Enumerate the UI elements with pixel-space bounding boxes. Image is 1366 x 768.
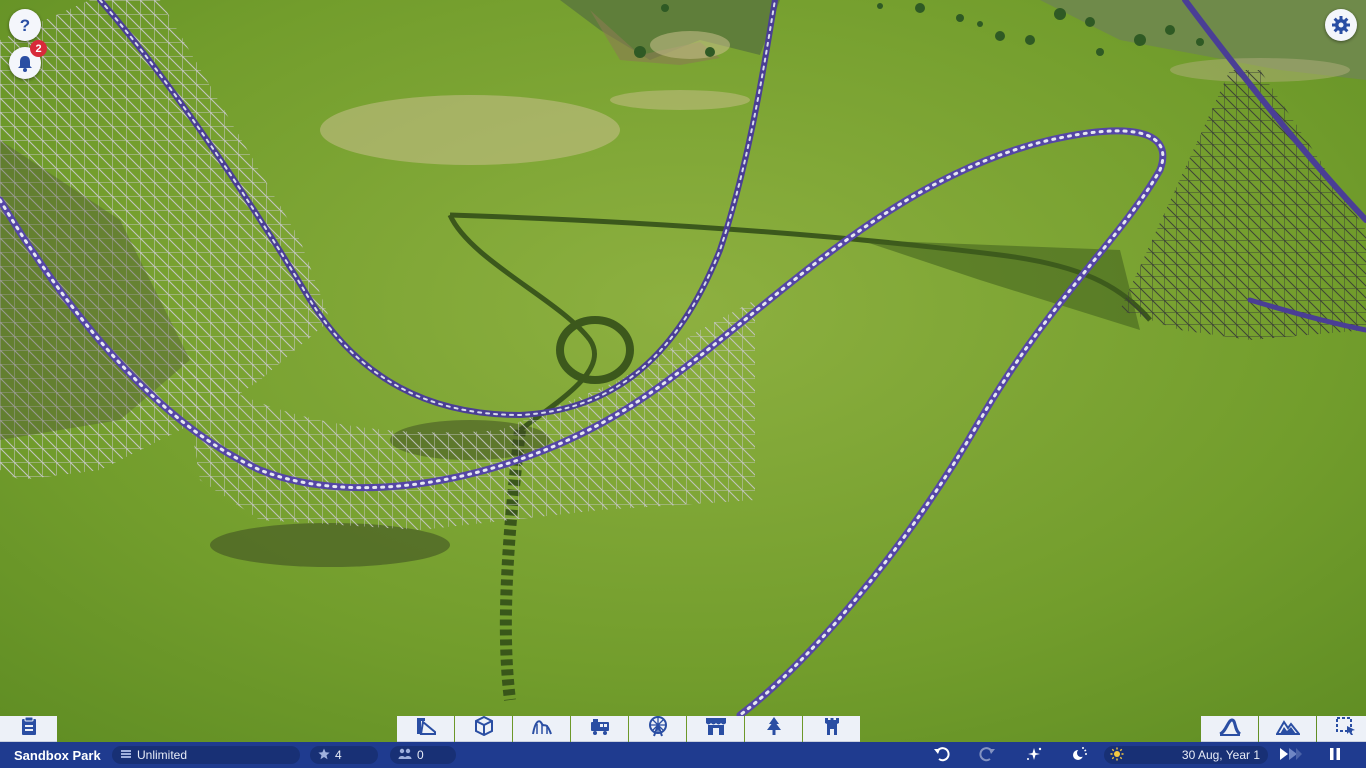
pause-icon [1328, 747, 1342, 764]
tower-icon [823, 716, 841, 741]
ferris-wheel-icon [647, 715, 669, 742]
undo-button[interactable] [931, 745, 953, 765]
fast-forward-icon [1278, 747, 1302, 764]
guests-icon [398, 748, 412, 763]
toolbar-left [0, 716, 57, 742]
game-speed-button[interactable] [1277, 745, 1303, 765]
park-rating-display[interactable]: 4 [310, 746, 378, 764]
select-box-icon [1335, 716, 1357, 741]
guests-value: 0 [417, 748, 424, 762]
build-paths-button[interactable] [397, 716, 454, 742]
notifications-button[interactable]: 2 [9, 40, 47, 79]
build-objects-button[interactable] [455, 715, 512, 742]
date-display[interactable]: 30 Aug, Year 1 [1104, 746, 1268, 764]
help-button[interactable]: ? [9, 9, 41, 41]
park-management-button[interactable] [0, 716, 57, 742]
help-icon: ? [16, 16, 34, 34]
flat-rides-button[interactable] [629, 716, 686, 742]
coaster-icon [531, 716, 553, 741]
game-viewport[interactable] [0, 0, 1366, 768]
toolbar-right [1201, 716, 1366, 742]
toolbar-build [397, 715, 860, 742]
shop-icon [705, 716, 727, 741]
coins-icon [120, 748, 132, 763]
select-area-button[interactable] [1317, 716, 1366, 742]
transport-rides-button[interactable] [571, 716, 628, 742]
gear-icon [1331, 15, 1351, 35]
coasters-button[interactable] [513, 716, 570, 742]
train-icon [589, 716, 611, 741]
shops-button[interactable] [687, 716, 744, 742]
tree-icon [764, 716, 784, 741]
bell-icon [16, 54, 34, 72]
effects-button[interactable] [1023, 745, 1045, 765]
cube-icon [474, 715, 494, 741]
day-night-icon [1070, 746, 1088, 765]
money-value: Unlimited [137, 748, 188, 762]
pause-button[interactable] [1324, 745, 1346, 765]
park-name[interactable]: Sandbox Park [14, 742, 101, 768]
track-editor-button[interactable] [1201, 716, 1258, 742]
track-icon [1218, 716, 1242, 741]
undo-icon [933, 746, 951, 765]
settings-button[interactable] [1325, 9, 1357, 41]
sun-icon [1110, 747, 1124, 764]
status-bar: Sandbox Park Unlimited 4 0 30 Aug, Year … [0, 742, 1366, 768]
clipboard-icon [20, 716, 38, 741]
notification-count-badge: 2 [30, 40, 47, 57]
terrain-button[interactable] [1259, 716, 1316, 742]
scenery-button[interactable] [745, 716, 802, 742]
date-value: 30 Aug, Year 1 [1181, 748, 1260, 762]
mountain-icon [1274, 716, 1301, 741]
redo-button[interactable] [976, 745, 998, 765]
day-night-button[interactable] [1068, 745, 1090, 765]
path-build-icon [415, 716, 437, 741]
guests-display[interactable]: 0 [390, 746, 456, 764]
svg-text:?: ? [20, 16, 30, 34]
sparkle-icon [1025, 746, 1043, 765]
themed-buildings-button[interactable] [803, 716, 860, 742]
star-icon [318, 748, 330, 763]
redo-icon [978, 746, 996, 765]
money-display[interactable]: Unlimited [112, 746, 300, 764]
sand-patch [320, 95, 620, 165]
park-rating-value: 4 [335, 748, 342, 762]
